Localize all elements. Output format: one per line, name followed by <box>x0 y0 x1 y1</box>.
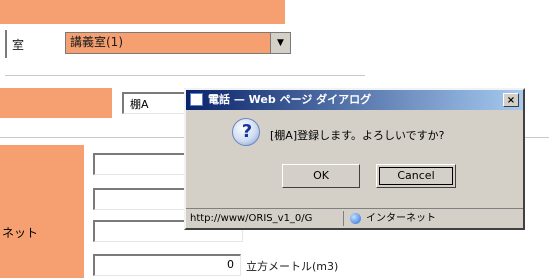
volume-input[interactable]: 0 <box>93 254 241 276</box>
close-icon: × <box>506 95 516 106</box>
room-select[interactable]: 講義室(1) ▼ <box>65 32 291 54</box>
dialog-message: [棚A]登録します。よろしいですか? <box>270 129 445 142</box>
status-url: http://www/ORIS_v1_0/G <box>190 213 313 224</box>
dialog-statusbar: http://www/ORIS_v1_0/G インターネット <box>186 208 523 228</box>
header-strip <box>0 0 285 24</box>
window-icon <box>190 93 203 106</box>
room-select-value: 講義室(1) <box>70 35 123 49</box>
divider-1 <box>5 75 365 76</box>
confirm-dialog: 電話 — Web ページ ダイアログ × ? [棚A]登録します。よろしいですか… <box>184 88 525 230</box>
room-select-arrow[interactable]: ▼ <box>270 33 290 53</box>
question-icon: ? <box>232 118 260 146</box>
status-zone: インターネット <box>366 213 436 224</box>
close-button[interactable]: × <box>503 93 519 107</box>
ok-button[interactable]: OK <box>282 164 360 188</box>
cancel-button[interactable]: Cancel <box>376 164 456 188</box>
label-column <box>0 145 84 278</box>
room-label: 室 <box>12 38 25 52</box>
volume-value: 0 <box>227 258 234 271</box>
status-separator <box>343 211 344 226</box>
row2-label <box>0 88 112 118</box>
dialog-titlebar[interactable]: 電話 — Web ページ ダイアログ × <box>186 90 523 110</box>
shelf-input[interactable]: 棚A <box>122 92 192 114</box>
shelf-input-value: 棚A <box>130 98 149 111</box>
row1-label-border <box>5 30 7 58</box>
net-label: ネット <box>2 226 39 240</box>
chevron-down-icon: ▼ <box>277 38 284 48</box>
volume-unit: 立方メートル(m3) <box>246 260 339 273</box>
globe-icon <box>350 213 361 224</box>
dialog-title: 電話 — Web ページ ダイアログ <box>208 93 372 106</box>
